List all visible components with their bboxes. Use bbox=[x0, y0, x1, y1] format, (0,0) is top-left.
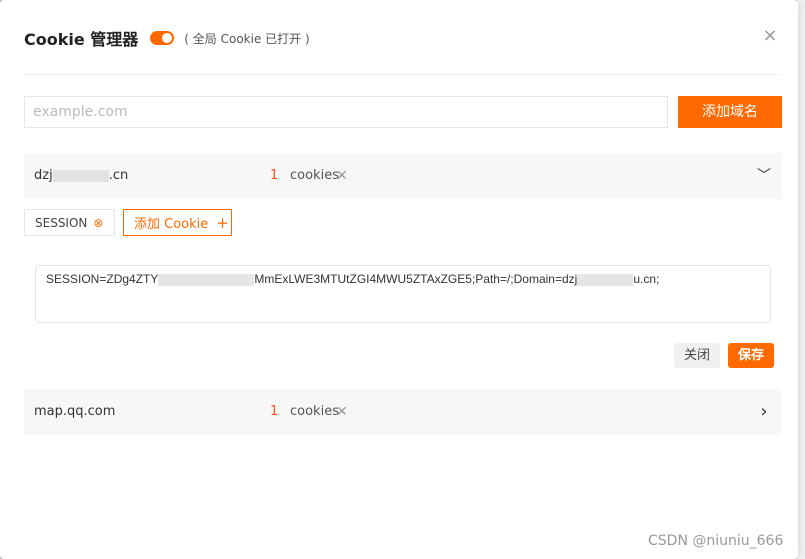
domain-name: dzj .cn bbox=[34, 168, 129, 183]
circle-x-icon[interactable]: ⊗ bbox=[93, 216, 103, 230]
dialog-title: Cookie 管理器 bbox=[24, 30, 139, 49]
dialog-header: Cookie 管理器 ( 全局 Cookie 已打开 ) bbox=[24, 22, 310, 54]
chevron-right-icon[interactable]: › bbox=[756, 389, 772, 435]
remove-x-icon[interactable]: ✕ bbox=[336, 389, 348, 435]
save-cookie-button[interactable]: 保存 bbox=[728, 343, 774, 368]
cookie-chip-label: SESSION bbox=[35, 215, 88, 230]
watermark: CSDN @niuniu_666 bbox=[648, 533, 784, 549]
cookie-manager-dialog: Cookie 管理器 ( 全局 Cookie 已打开 ) × 添加域名 dzj.… bbox=[0, 0, 798, 559]
domain-name: map.qq.com bbox=[34, 404, 116, 419]
close-icon[interactable]: × bbox=[762, 26, 778, 46]
domain-input[interactable] bbox=[24, 96, 668, 128]
cookie-value-textarea[interactable]: SESSION=ZDg4ZTY MmExLWE3MTUtZGI4MWU5ZTAxZ… bbox=[35, 265, 771, 323]
cookie-count: 1 bbox=[270, 168, 279, 183]
cookie-count-label: cookies bbox=[290, 404, 339, 419]
domain-row[interactable]: map.qq.com 1 cookies ✕ › bbox=[24, 389, 782, 435]
redacted-text bbox=[52, 169, 109, 182]
toggle-knob bbox=[162, 33, 173, 43]
redacted-text bbox=[158, 273, 255, 286]
domain-row[interactable]: dzj .cn 1 cookies ✕ ﹀ bbox=[24, 153, 782, 199]
chevron-down-icon[interactable]: ﹀ bbox=[756, 153, 772, 199]
add-domain-button[interactable]: 添加域名 bbox=[678, 96, 782, 128]
cookie-chip-session[interactable]: SESSION ⊗ bbox=[24, 209, 115, 236]
redacted-text bbox=[577, 273, 634, 286]
cookie-count-label: cookies bbox=[290, 168, 339, 183]
global-cookie-toggle[interactable] bbox=[150, 31, 175, 45]
global-cookie-status: ( 全局 Cookie 已打开 ) bbox=[184, 31, 310, 46]
add-cookie-label: 添加 Cookie bbox=[134, 217, 209, 232]
background-page-edge bbox=[797, 0, 805, 559]
header-divider bbox=[24, 74, 781, 75]
add-cookie-button[interactable]: 添加 Cookie + bbox=[123, 209, 232, 236]
close-editor-button[interactable]: 关闭 bbox=[674, 343, 720, 368]
remove-x-icon[interactable]: ✕ bbox=[336, 153, 348, 199]
cookie-count: 1 bbox=[270, 404, 279, 419]
plus-icon: + bbox=[216, 213, 229, 232]
